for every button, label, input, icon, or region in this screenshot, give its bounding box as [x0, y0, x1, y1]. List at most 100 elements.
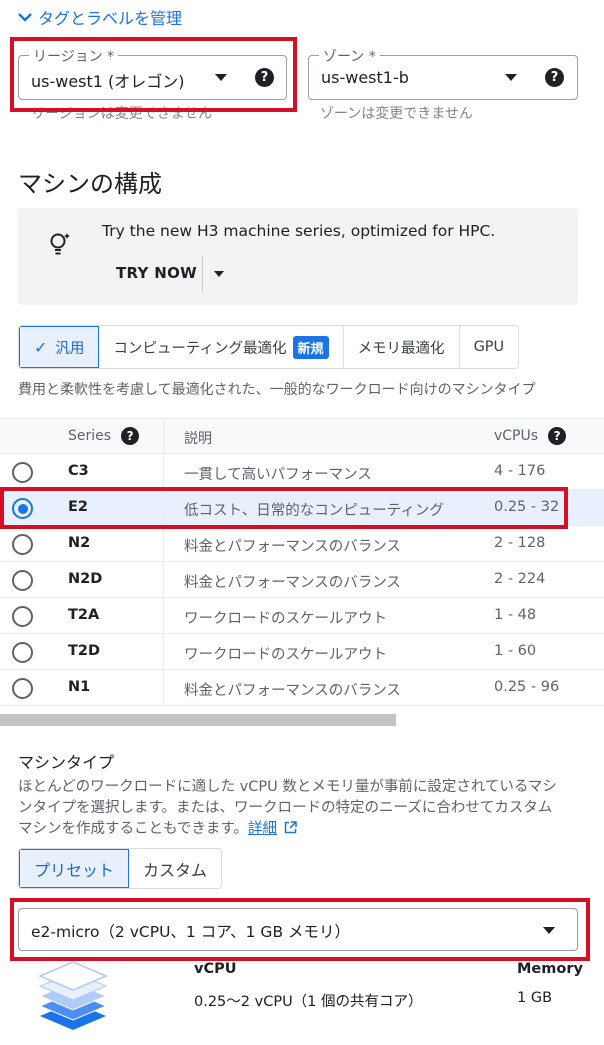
help-icon[interactable]: ?	[121, 427, 140, 445]
open-in-new-icon	[284, 821, 297, 834]
spec-memory-label: Memory	[517, 961, 583, 977]
tab-general-purpose[interactable]: ✓ 汎用	[19, 326, 100, 368]
column-divider	[163, 419, 164, 453]
tab-label: 汎用	[55, 340, 85, 357]
row-vcpus: 0.25 - 96	[494, 679, 560, 695]
zone-hint: ゾーンは変更できません	[320, 106, 473, 122]
promo-banner: Try the new H3 machine series, optimized…	[18, 208, 578, 305]
tab-label: メモリ最適化	[357, 340, 445, 357]
help-icon[interactable]: ?	[548, 427, 567, 445]
tab-custom[interactable]: カスタム	[129, 849, 221, 888]
column-divider	[163, 670, 164, 705]
header-series: Series ?	[68, 427, 140, 445]
row-series: T2A	[68, 607, 100, 623]
family-description: 費用と柔軟性を考慮して最適化された、一般的なワークロード向けのマシンタイプ	[18, 382, 536, 398]
row-vcpus: 1 - 48	[494, 607, 537, 623]
machine-type-title: マシンタイプ	[18, 753, 115, 772]
dropdown-caret-icon	[505, 74, 517, 81]
radio-button[interactable]	[12, 570, 33, 591]
tab-gpu[interactable]: GPU	[460, 326, 519, 368]
row-description: 料金とパフォーマンスのバランス	[184, 683, 401, 699]
zone-select[interactable]: ゾーン * us-west1-b ?	[308, 46, 578, 100]
lightbulb-icon	[50, 233, 70, 255]
table-row[interactable]: N2 料金とパフォーマンスのバランス 2 - 128	[0, 526, 604, 562]
spec-vcpu-label: vCPU	[194, 961, 237, 977]
dropdown-caret-icon[interactable]	[214, 271, 224, 277]
manage-tags-label: タグとラベルを管理	[38, 9, 183, 28]
row-series: N1	[68, 679, 91, 695]
column-divider	[163, 634, 164, 669]
table-row[interactable]: N1 料金とパフォーマンスのバランス 0.25 - 96	[0, 670, 604, 706]
series-table: Series ? 説明 vCPUs ? C3 一貫して高いパフォーマンス 4 - 1…	[0, 418, 604, 706]
horizontal-scrollbar[interactable]	[0, 714, 396, 726]
header-series-label: Series	[68, 428, 112, 444]
chevron-down-icon	[18, 13, 32, 22]
tab-memory-optimized[interactable]: メモリ最適化	[344, 326, 460, 368]
table-header: Series ? 説明 vCPUs ?	[0, 418, 604, 454]
radio-button[interactable]	[12, 606, 33, 627]
section-title: マシンの構成	[18, 170, 162, 198]
row-series: C3	[68, 463, 89, 479]
row-description: ワークロードのスケールアウト	[184, 647, 387, 663]
divider	[202, 256, 203, 292]
region-select[interactable]: リージョン * us-west1 (オレゴン) ?	[18, 46, 287, 100]
machine-type-select[interactable]: e2-micro（2 vCPU、1 コア、1 GB メモリ）	[18, 908, 578, 951]
dropdown-caret-icon	[215, 74, 227, 81]
row-series: N2D	[68, 571, 103, 587]
desc-line: ほとんどのワークロードに適した vCPU 数とメモリ量が事前に設定されているマシ	[18, 779, 557, 795]
radio-button[interactable]	[12, 462, 33, 483]
table-row[interactable]: E2 低コスト、日常的なコンピューティング 0.25 - 32	[0, 490, 604, 526]
manage-tags-link[interactable]: タグとラベルを管理	[18, 5, 182, 29]
desc-line: ンタイプを選択します。または、ワークロードの特定のニーズに合わせてカスタム	[18, 800, 553, 816]
row-vcpus: 1 - 60	[494, 643, 537, 659]
row-vcpus: 2 - 224	[494, 571, 546, 587]
row-series: N2	[68, 535, 91, 551]
row-series: T2D	[68, 643, 101, 659]
machine-type-description: ほとんどのワークロードに適した vCPU 数とメモリ量が事前に設定されているマシ…	[18, 777, 578, 840]
column-divider	[163, 454, 164, 489]
try-now-button[interactable]: TRY NOW	[116, 264, 197, 282]
row-description: 低コスト、日常的なコンピューティング	[184, 503, 444, 519]
column-divider	[163, 490, 164, 525]
table-row[interactable]: T2A ワークロードのスケールアウト 1 - 48	[0, 598, 604, 634]
table-row[interactable]: N2D 料金とパフォーマンスのバランス 2 - 224	[0, 562, 604, 598]
header-vcpus-label: vCPUs	[494, 428, 539, 444]
table-row[interactable]: T2D ワークロードのスケールアウト 1 - 60	[0, 634, 604, 670]
row-description: ワークロードのスケールアウト	[184, 611, 387, 627]
row-description: 料金とパフォーマンスのバランス	[184, 575, 401, 591]
radio-button[interactable]	[12, 642, 33, 663]
header-description: 説明	[184, 431, 212, 447]
machine-type-value: e2-micro（2 vCPU、1 コア、1 GB メモリ）	[31, 923, 351, 941]
column-divider	[163, 526, 164, 561]
tab-preset[interactable]: プリセット	[19, 849, 130, 888]
help-icon[interactable]: ?	[545, 68, 564, 87]
zone-label: ゾーン *	[319, 46, 380, 66]
check-icon: ✓	[34, 337, 48, 357]
region-label: リージョン *	[29, 46, 119, 66]
learn-more-link[interactable]: 詳細	[248, 821, 277, 837]
row-description: 料金とパフォーマンスのバランス	[184, 539, 401, 555]
promo-text: Try the new H3 machine series, optimized…	[102, 222, 496, 240]
radio-button[interactable]	[12, 498, 33, 519]
table-row[interactable]: C3 一貫して高いパフォーマンス 4 - 176	[0, 454, 604, 490]
tab-label: コンピューティング最適化	[113, 340, 287, 357]
new-badge: 新規	[292, 335, 329, 359]
region-value: us-west1 (オレゴン)	[31, 72, 185, 91]
machine-family-tabs: ✓ 汎用 コンピューティング最適化 新規 メモリ最適化 GPU	[18, 325, 520, 369]
row-description: 一貫して高いパフォーマンス	[184, 467, 372, 483]
preset-custom-tabs: プリセット カスタム	[18, 848, 223, 889]
row-vcpus: 0.25 - 32	[494, 499, 560, 515]
desc-line: マシンを作成することもできます。	[18, 821, 248, 837]
tab-compute-optimized[interactable]: コンピューティング最適化 新規	[99, 326, 344, 368]
row-series: E2	[68, 499, 88, 515]
zone-value: us-west1-b	[321, 68, 409, 87]
row-vcpus: 2 - 128	[494, 535, 546, 551]
column-divider	[163, 598, 164, 633]
radio-button[interactable]	[12, 678, 33, 699]
help-icon[interactable]: ?	[255, 68, 274, 87]
radio-button[interactable]	[12, 534, 33, 555]
region-hint: リージョンは変更できません	[31, 106, 213, 122]
column-divider	[163, 562, 164, 597]
spec-memory-value: 1 GB	[517, 990, 553, 1006]
machine-stack-icon	[38, 961, 108, 1030]
